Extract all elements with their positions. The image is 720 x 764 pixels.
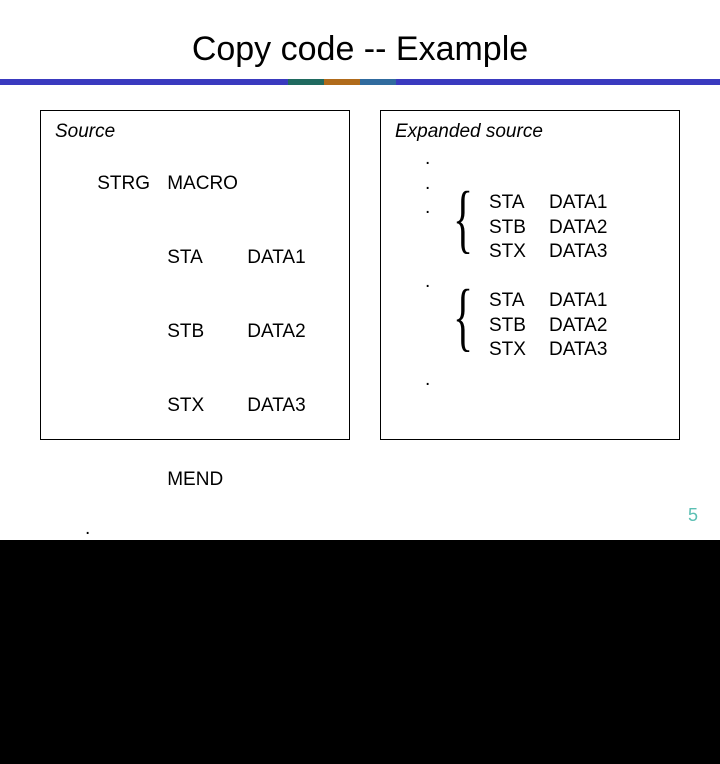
col-opcode: STB: [489, 314, 549, 339]
slide-title: Copy code -- Example: [0, 0, 720, 79]
code-row: STBDATA2: [489, 216, 607, 241]
expanded-panel: Expanded source . . . { STADATA1 STBDATA…: [380, 110, 680, 440]
code-row: STRG: [55, 542, 335, 616]
expanded-inner: Expanded source . . . { STADATA1 STBDATA…: [395, 121, 665, 429]
ellipsis-dot: .: [85, 616, 335, 641]
col-operand: DATA1: [549, 191, 607, 216]
slide: Copy code -- Example Source STRGMACRO ST…: [0, 0, 720, 540]
col-opcode: STX: [489, 338, 549, 363]
page-number: 5: [688, 505, 698, 526]
col-operand: DATA1: [247, 246, 305, 271]
ellipsis-dot: .: [95, 715, 335, 740]
col-opcode: STX: [167, 394, 247, 419]
block-lines: STADATA1 STBDATA2 STXDATA3: [489, 191, 607, 265]
col-opcode: MEND: [167, 468, 247, 493]
code-row: STADATA1: [489, 289, 607, 314]
ellipsis-dot: .: [425, 147, 665, 172]
col-opcode: STB: [167, 320, 247, 345]
expansion-block-2: { STADATA1 STBDATA2 STXDATA3: [453, 289, 607, 363]
col-label: STRG: [97, 172, 167, 197]
col-opcode: STX: [489, 240, 549, 265]
source-panel: Source STRGMACRO STADATA1 STBDATA2 STXDA…: [40, 110, 350, 440]
source-header: Source: [55, 121, 335, 143]
ellipsis-dot: .: [425, 369, 430, 391]
col-opcode: STA: [167, 246, 247, 271]
code-row: STADATA1: [55, 221, 335, 295]
col-opcode: STA: [489, 191, 549, 216]
brace-icon: {: [453, 181, 473, 257]
col-label: STRG: [97, 665, 167, 690]
expansion-block-1: { STADATA1 STBDATA2 STXDATA3: [453, 191, 607, 265]
col-operand: DATA2: [549, 216, 607, 241]
code-row: STRGMACRO: [55, 147, 335, 221]
code-row: STXDATA3: [55, 369, 335, 443]
code-row: STXDATA3: [489, 240, 607, 265]
col-operand: DATA3: [549, 240, 607, 265]
ellipsis-dot: .: [85, 517, 335, 542]
col-opcode: MACRO: [167, 172, 247, 197]
ellipsis-dot: .: [95, 740, 335, 764]
code-row: STXDATA3: [489, 338, 607, 363]
col-operand: DATA1: [549, 289, 607, 314]
col-opcode: STA: [489, 289, 549, 314]
expanded-header: Expanded source: [395, 121, 665, 143]
code-row: STRG: [55, 641, 335, 715]
code-row: STADATA1: [489, 191, 607, 216]
col-operand: DATA2: [247, 320, 305, 345]
code-row: MEND: [55, 443, 335, 517]
ellipsis-dot: .: [425, 271, 430, 293]
col-operand: DATA3: [247, 394, 305, 419]
col-operand: DATA3: [549, 338, 607, 363]
col-operand: DATA2: [549, 314, 607, 339]
block-lines: STADATA1 STBDATA2 STXDATA3: [489, 289, 607, 363]
code-row: STBDATA2: [55, 295, 335, 369]
brace-icon: {: [453, 279, 473, 355]
code-row: STBDATA2: [489, 314, 607, 339]
content-area: Source STRGMACRO STADATA1 STBDATA2 STXDA…: [0, 85, 720, 485]
col-opcode: STB: [489, 216, 549, 241]
col-label: STRG: [97, 567, 167, 592]
